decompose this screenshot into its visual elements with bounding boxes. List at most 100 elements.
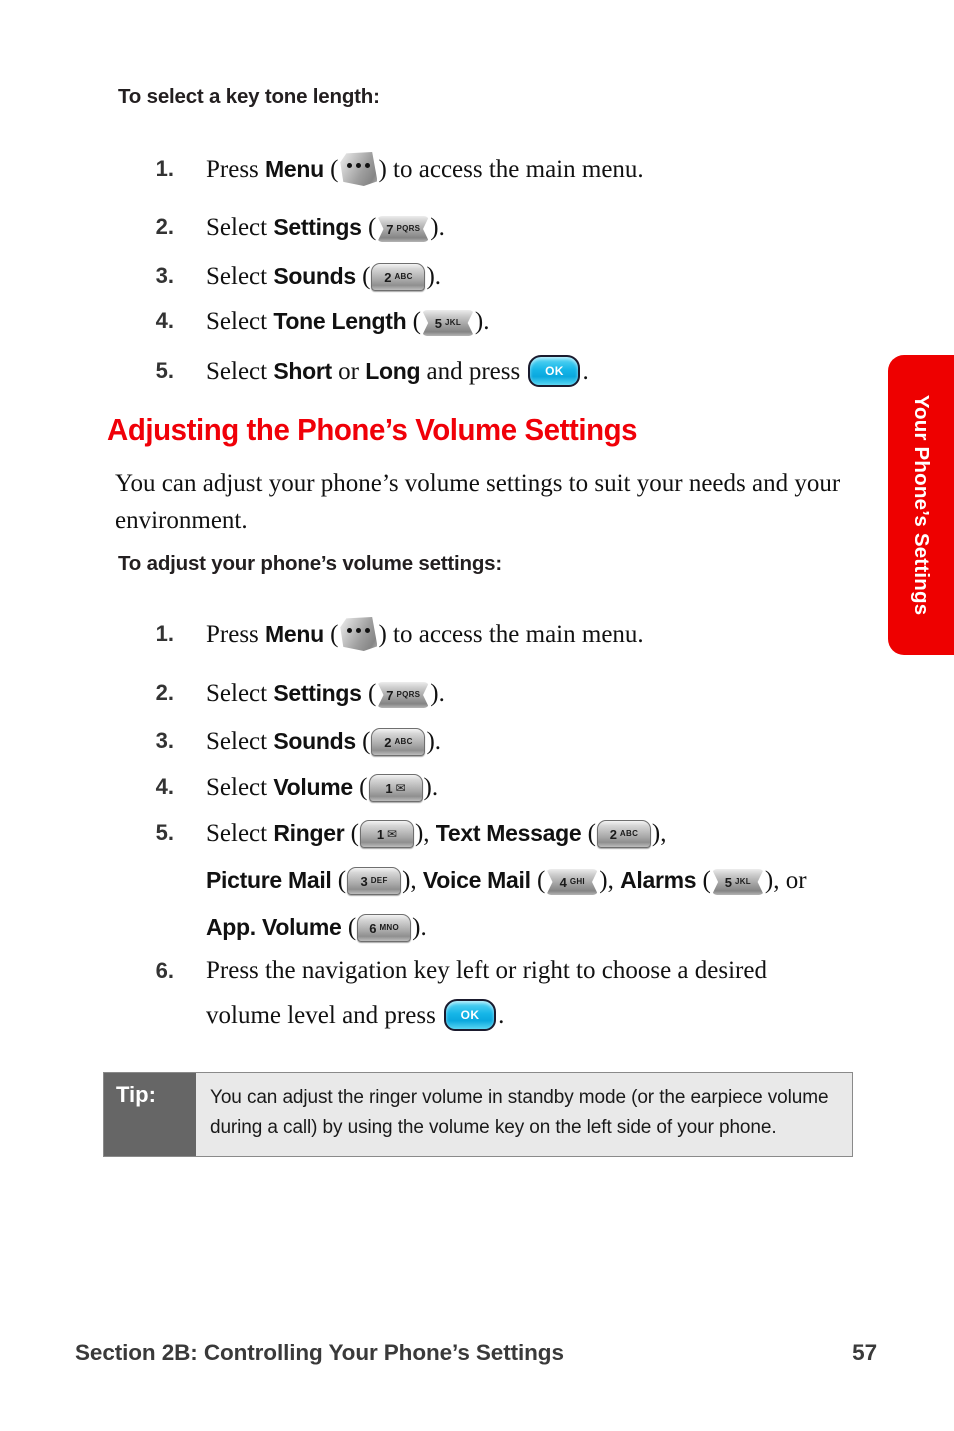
step-sep: , — [423, 820, 436, 847]
menu-key-dots — [339, 628, 377, 633]
list-item: 2. Select Settings (7 PQRS). — [138, 204, 898, 251]
step-pre: Select — [206, 774, 274, 801]
step-pre: Select — [206, 214, 274, 241]
step-bold: Voice Mail — [422, 867, 531, 893]
step-bold: Picture Mail — [206, 867, 332, 893]
step-bold: App. Volume — [206, 914, 342, 940]
ok-key-icon: OK — [444, 999, 497, 1031]
step-number: 4. — [155, 308, 174, 333]
key-2-icon: 2 ABC — [371, 263, 426, 291]
section-one-heading: To select a key tone length: — [118, 85, 380, 108]
step-pre: Select — [206, 820, 274, 847]
step-mid: ( — [355, 263, 371, 290]
key-letters: JKL — [734, 877, 751, 886]
step-sep: , or — [773, 867, 807, 894]
key-letters: ABC — [394, 737, 413, 746]
ok-key-icon: OK — [528, 355, 581, 387]
key-4-icon: 4 GHI — [546, 869, 599, 895]
key-digit: 7 — [386, 221, 394, 237]
tip-text: You can adjust the ringer volume in stan… — [196, 1073, 852, 1156]
step-number: 5. — [155, 358, 174, 383]
page-number: 57 — [852, 1340, 877, 1365]
key-2-icon: 2 ABC — [371, 728, 426, 756]
key-7-icon: 7 PQRS — [377, 682, 430, 708]
step-bold: Short — [273, 358, 332, 384]
tip-label: Tip: — [104, 1073, 196, 1156]
step-sep: . — [420, 914, 427, 941]
step-post: ). — [430, 214, 445, 241]
menu-key-dots — [339, 163, 377, 168]
key-6-icon: 6 MNO — [357, 914, 412, 942]
key-letters: PQRS — [396, 224, 421, 233]
list-item: 3. Select Sounds (2 ABC). — [138, 253, 898, 300]
step-text: Select Short or Long and press OK. — [206, 348, 898, 395]
step-mid: ( — [355, 728, 371, 755]
step-text: Press Menu () to access the main menu. — [206, 611, 898, 658]
key-digit: 6 — [369, 920, 377, 936]
list-item: 1. Press Menu () to access the main menu… — [138, 146, 898, 193]
key-digit: 2 — [609, 826, 617, 842]
section-two-subheading: To adjust your phone’s volume settings: — [118, 552, 503, 575]
step-text: Select Volume (1 ✉). — [206, 764, 898, 811]
step-mid: ( — [361, 214, 377, 241]
key-digit: 5 — [724, 874, 732, 890]
list-item: 3. Select Sounds (2 ABC). — [138, 718, 898, 765]
key-digit: 4 — [559, 874, 567, 890]
manual-page: Your Phone’s Settings To select a key to… — [0, 0, 954, 1431]
step-text: Press the navigation key left or right t… — [206, 948, 838, 1038]
key-digit: 3 — [360, 873, 368, 889]
step-post: ). — [474, 308, 490, 335]
side-tab-label: Your Phone’s Settings — [910, 394, 933, 616]
envelope-icon: ✉ — [395, 781, 406, 795]
envelope-icon: ✉ — [387, 827, 398, 841]
step-mid: ( — [352, 774, 368, 801]
step-post: ). — [430, 680, 445, 707]
key-digit: 7 — [386, 687, 394, 703]
list-item: 4. Select Tone Length (5 JKL). — [138, 298, 898, 345]
key-1-icon: 1 ✉ — [368, 774, 423, 802]
step-bold: Text Message — [435, 820, 582, 846]
list-item: 1. Press Menu () to access the main menu… — [138, 611, 898, 658]
step-bold: Volume — [273, 774, 353, 800]
list-item: 2. Select Settings (7 PQRS). — [138, 670, 898, 717]
key-digit: 1 — [376, 826, 385, 842]
section-side-tab: Your Phone’s Settings — [888, 355, 954, 655]
step-pre: Press — [206, 621, 266, 648]
step-post: and press — [420, 358, 527, 385]
step-number: 3. — [155, 263, 174, 288]
step-number: 3. — [155, 728, 174, 753]
footer-section-title: Section 2B: Controlling Your Phone’s Set… — [75, 1340, 564, 1365]
step-bold: Tone Length — [273, 308, 407, 334]
intro-paragraph: You can adjust your phone’s volume setti… — [115, 470, 841, 534]
list-item: 5. Select Short or Long and press OK. — [138, 348, 898, 395]
key-letters: ABC — [619, 829, 639, 838]
menu-key-icon — [339, 152, 378, 186]
step-bold: Menu — [265, 621, 324, 647]
step-mid: ( — [406, 308, 421, 335]
step-text: Select Sounds (2 ABC). — [206, 718, 898, 765]
key-letters: DEF — [370, 876, 388, 885]
step-text: Select Settings (7 PQRS). — [206, 670, 898, 717]
page-title: Adjusting the Phone’s Volume Settings — [107, 413, 638, 447]
step-pre: Select — [206, 308, 274, 335]
step-bold: Sounds — [273, 263, 356, 289]
step-bold: Menu — [265, 156, 324, 182]
key-3-icon: 3 DEF — [347, 867, 402, 895]
step-number: 1. — [155, 156, 174, 181]
key-5-icon: 5 JKL — [711, 869, 764, 895]
key-7-icon: 7 PQRS — [377, 216, 430, 242]
step-post: ). — [423, 774, 439, 801]
step-pre: Select — [206, 728, 274, 755]
step-text: Press Menu () to access the main menu. — [206, 146, 898, 193]
step-mid: or — [331, 358, 366, 385]
tip-box: Tip: You can adjust the ringer volume in… — [103, 1072, 853, 1157]
key-letters: MNO — [379, 923, 400, 932]
key-digit: 5 — [434, 315, 443, 331]
step-bold: Sounds — [273, 728, 356, 754]
step-mid: ( — [323, 156, 339, 183]
key-2-icon: 2 ABC — [596, 820, 651, 848]
step-text: Select Settings (7 PQRS). — [206, 204, 898, 251]
key-5-icon: 5 JKL — [421, 310, 474, 336]
ok-key-label: OK — [460, 1007, 480, 1022]
step-post: . — [498, 1002, 505, 1029]
